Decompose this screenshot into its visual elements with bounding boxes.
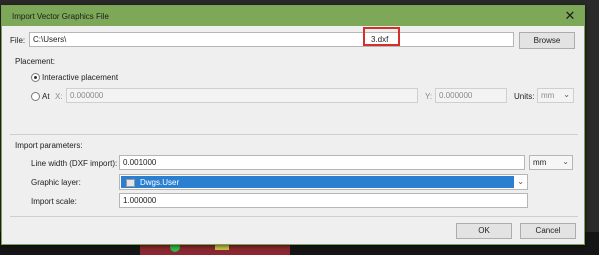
interactive-placement-label: Interactive placement — [42, 73, 119, 82]
units-label: Units: — [514, 92, 535, 101]
layer-color-swatch — [126, 179, 135, 187]
import-parameters-heading: Import parameters: — [15, 141, 83, 150]
import-scale-input[interactable]: 1.000000 — [119, 193, 528, 208]
units-select[interactable]: mm ⌄ — [537, 88, 574, 103]
close-icon[interactable]: ✕ — [563, 9, 577, 23]
graphic-layer-selection: Dwgs.User — [121, 176, 514, 188]
cancel-button[interactable]: Cancel — [520, 223, 576, 239]
dialog-title: Import Vector Graphics File — [12, 12, 109, 21]
file-path-input[interactable]: C:\Users\ 3.dxf — [29, 32, 514, 47]
file-label: File: — [10, 36, 26, 45]
chevron-down-icon: ⌄ — [562, 157, 569, 166]
placement-heading: Placement: — [15, 57, 56, 66]
section-divider — [10, 134, 578, 135]
import-vector-graphics-dialog: Import Vector Graphics File ✕ File: C:\U… — [1, 5, 585, 245]
line-width-label: Line width (DXF import): — [31, 159, 118, 168]
chevron-down-icon: ⌄ — [563, 90, 570, 99]
x-position-input[interactable]: 0.000000 — [66, 88, 418, 103]
line-width-units-select[interactable]: mm ⌄ — [529, 155, 573, 170]
import-scale-label: Import scale: — [31, 197, 77, 206]
y-position-input[interactable]: 0.000000 — [435, 88, 507, 103]
graphic-layer-label: Graphic layer: — [31, 178, 81, 187]
y-label: Y: — [425, 92, 433, 101]
ok-button[interactable]: OK — [456, 223, 512, 239]
file-path-text: C:\Users\ — [33, 35, 67, 44]
graphic-layer-value: Dwgs.User — [140, 178, 180, 187]
at-position-radio[interactable] — [31, 92, 40, 101]
x-label: X: — [55, 92, 63, 101]
line-width-input[interactable]: 0.001000 — [119, 155, 525, 170]
file-name-highlight-box — [363, 27, 400, 46]
at-label: At — [42, 92, 50, 101]
chevron-down-icon: ⌄ — [517, 177, 524, 186]
interactive-placement-radio[interactable] — [31, 73, 40, 82]
title-bar: Import Vector Graphics File ✕ — [2, 6, 584, 26]
browse-button[interactable]: Browse — [519, 32, 575, 49]
graphic-layer-select[interactable]: Dwgs.User ⌄ — [119, 174, 528, 190]
line-width-units-value: mm — [533, 158, 547, 167]
units-select-value: mm — [541, 91, 555, 100]
footer-divider — [10, 216, 578, 217]
